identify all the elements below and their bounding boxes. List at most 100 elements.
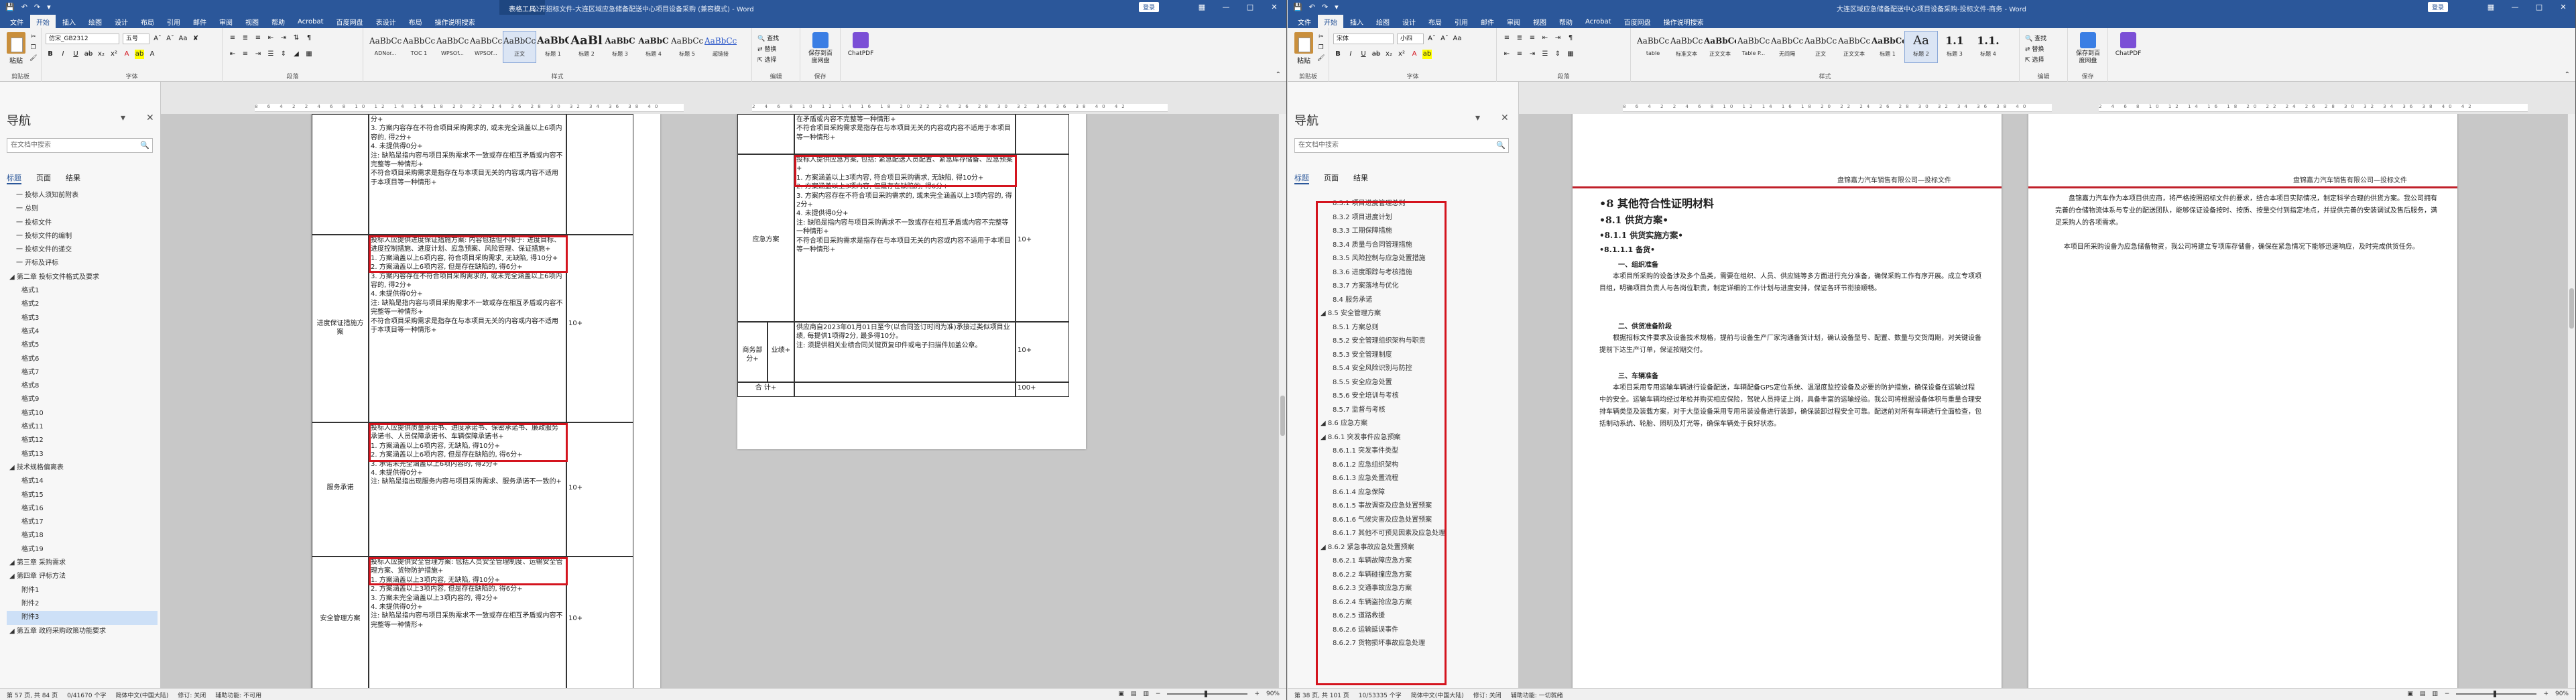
tab-draw[interactable]: 绘图: [82, 15, 108, 29]
login-button[interactable]: 登录: [1138, 2, 1159, 12]
show-marks-icon[interactable]: ¶: [304, 34, 314, 43]
bold-icon[interactable]: B: [1333, 50, 1343, 59]
decrease-indent-icon[interactable]: ⇤: [266, 34, 275, 43]
nav-heading-item[interactable]: ◢ 技术规格偏离表: [7, 461, 158, 475]
font-size-select[interactable]: 五号: [123, 34, 149, 44]
nav-tab-results[interactable]: 结果: [1353, 172, 1368, 184]
tab-mailings[interactable]: 邮件: [187, 15, 212, 29]
nav-heading-item[interactable]: 附件2: [7, 597, 158, 611]
save-to-baidu-button[interactable]: 保存到百度网盘: [2073, 32, 2103, 65]
nav-heading-item[interactable]: 格式17: [7, 516, 158, 529]
tab-view[interactable]: 视图: [239, 15, 265, 29]
tab-file[interactable]: 文件: [1292, 15, 1317, 29]
cut-icon[interactable]: ✂: [1318, 34, 1324, 40]
style-item[interactable]: AaBbCcI WPSOf...: [436, 31, 469, 63]
align-right-icon[interactable]: ⇥: [1528, 50, 1537, 59]
search-icon[interactable]: 🔍: [140, 139, 149, 152]
copy-icon[interactable]: ❐: [31, 44, 36, 51]
justify-icon[interactable]: ☰: [1540, 50, 1550, 59]
nav-heading-item[interactable]: ◢ 第四章 评标方法: [7, 570, 158, 583]
zoom-out-icon[interactable]: −: [2445, 691, 2450, 697]
nav-heading-item[interactable]: 格式3: [7, 312, 158, 325]
nav-tab-results[interactable]: 结果: [66, 172, 80, 184]
decrease-indent-icon[interactable]: ⇤: [1540, 34, 1550, 43]
zoom-slider[interactable]: [2456, 691, 2537, 697]
minimize-icon[interactable]: —: [1214, 0, 1238, 15]
borders-icon[interactable]: ▦: [304, 50, 314, 59]
numbering-icon[interactable]: ≣: [1515, 34, 1524, 43]
paste-button[interactable]: 粘贴: [4, 32, 28, 65]
nav-options-icon[interactable]: ▾: [1475, 113, 1480, 123]
style-item[interactable]: AaBbCcDc TOC 1: [402, 31, 436, 63]
select-button[interactable]: ⇱ 选择: [757, 55, 779, 66]
justify-icon[interactable]: ☰: [266, 50, 275, 59]
vertical-scrollbar[interactable]: [2567, 114, 2575, 688]
tab-draw[interactable]: 绘图: [1370, 15, 1396, 29]
status-words[interactable]: 10/53335 个字: [1359, 691, 1402, 699]
line-spacing-icon[interactable]: ⇕: [1553, 50, 1562, 59]
borders-icon[interactable]: ▦: [1566, 50, 1575, 59]
tab-view[interactable]: 视图: [1527, 15, 1552, 29]
nav-heading-item[interactable]: 一 投标文件: [7, 217, 158, 230]
style-item[interactable]: AaBbCcD 正文文本: [1703, 31, 1737, 63]
login-button[interactable]: 登录: [2427, 2, 2448, 12]
zoom-in-icon[interactable]: +: [2543, 691, 2549, 697]
nav-heading-item[interactable]: 格式10: [7, 407, 158, 420]
find-button[interactable]: 🔍 查找: [2025, 34, 2046, 44]
tab-mailings[interactable]: 邮件: [1475, 15, 1500, 29]
nav-heading-item[interactable]: 一 总则: [7, 202, 158, 216]
ribbon-options-icon[interactable]: ▦: [1190, 0, 1214, 15]
bold-icon[interactable]: B: [46, 50, 55, 59]
tab-insert[interactable]: 插入: [1344, 15, 1369, 29]
style-item[interactable]: AaBbCcD 正文文本: [1837, 31, 1871, 63]
status-language[interactable]: 简体中文(中国大陆): [1411, 691, 1464, 699]
tab-references[interactable]: 引用: [1449, 15, 1474, 29]
document-area[interactable]: 盘锦嘉力汽车销售有限公司—投标文件 •8 其他符合性证明材料 •8.1 供货方案…: [1519, 114, 2568, 688]
nav-heading-item[interactable]: 格式4: [7, 325, 158, 339]
nav-tab-headings[interactable]: 标题: [7, 172, 21, 184]
sort-icon[interactable]: ⇅: [292, 34, 301, 43]
clear-format-icon[interactable]: ✘: [191, 34, 200, 44]
style-item[interactable]: AaBbC 标题 3: [603, 31, 637, 63]
nav-heading-item[interactable]: 格式14: [7, 475, 158, 488]
highlight-icon[interactable]: ab: [135, 50, 144, 59]
find-button[interactable]: 🔍 查找: [757, 34, 779, 44]
print-layout-icon[interactable]: ▥: [2432, 691, 2438, 697]
change-case-icon[interactable]: Aa: [1453, 34, 1462, 44]
save-to-baidu-button[interactable]: 保存到百度网盘: [806, 32, 835, 65]
tab-baidu[interactable]: 百度网盘: [330, 15, 369, 29]
tab-home[interactable]: 开始: [30, 14, 56, 29]
tell-me-search[interactable]: 操作说明搜索: [1658, 15, 1710, 29]
font-color-icon[interactable]: A: [1410, 50, 1419, 59]
replace-button[interactable]: ⇄ 替换: [2025, 44, 2046, 55]
tab-acrobat[interactable]: Acrobat: [1579, 16, 1617, 27]
status-page[interactable]: 第 38 页, 共 101 页: [1294, 691, 1349, 699]
tell-me-search[interactable]: 操作说明搜索: [429, 15, 481, 29]
nav-options-icon[interactable]: ▾: [121, 113, 125, 123]
align-center-icon[interactable]: ≡: [241, 50, 250, 59]
cut-icon[interactable]: ✂: [31, 34, 36, 40]
style-item[interactable]: AaBbCcD Table P...: [1737, 31, 1770, 63]
status-accessibility[interactable]: 辅助功能: 一切就绪: [1511, 691, 1563, 699]
focus-mode-icon[interactable]: ▣: [2407, 691, 2413, 697]
line-spacing-icon[interactable]: ⇕: [279, 50, 288, 59]
font-size-select[interactable]: 小四: [1397, 34, 1424, 44]
style-item[interactable]: Aa 标题 2: [1904, 31, 1938, 63]
increase-indent-icon[interactable]: ⇥: [1553, 34, 1562, 43]
char-shading-icon[interactable]: A: [147, 50, 157, 59]
style-item[interactable]: AaBbCcDc 正文: [503, 31, 536, 63]
italic-icon[interactable]: I: [58, 50, 68, 59]
nav-search-input[interactable]: 在文档中搜索 🔍: [7, 138, 153, 153]
nav-heading-item[interactable]: 格式16: [7, 502, 158, 516]
shrink-font-icon[interactable]: Aˇ: [1440, 34, 1449, 44]
collapse-ribbon-icon[interactable]: ⌃: [1276, 71, 1281, 78]
minimize-icon[interactable]: —: [2503, 0, 2527, 15]
nav-tab-pages[interactable]: 页面: [36, 172, 51, 184]
strikethrough-icon[interactable]: ab: [84, 50, 93, 59]
scrollbar-thumb[interactable]: [2569, 288, 2574, 329]
copy-icon[interactable]: ❐: [1318, 44, 1324, 51]
nav-heading-item[interactable]: 附件3: [7, 611, 158, 625]
align-left-icon[interactable]: ⇤: [228, 50, 237, 59]
paste-button[interactable]: 粘贴: [1292, 32, 1316, 65]
status-track-changes[interactable]: 修订: 关闭: [1473, 691, 1501, 699]
